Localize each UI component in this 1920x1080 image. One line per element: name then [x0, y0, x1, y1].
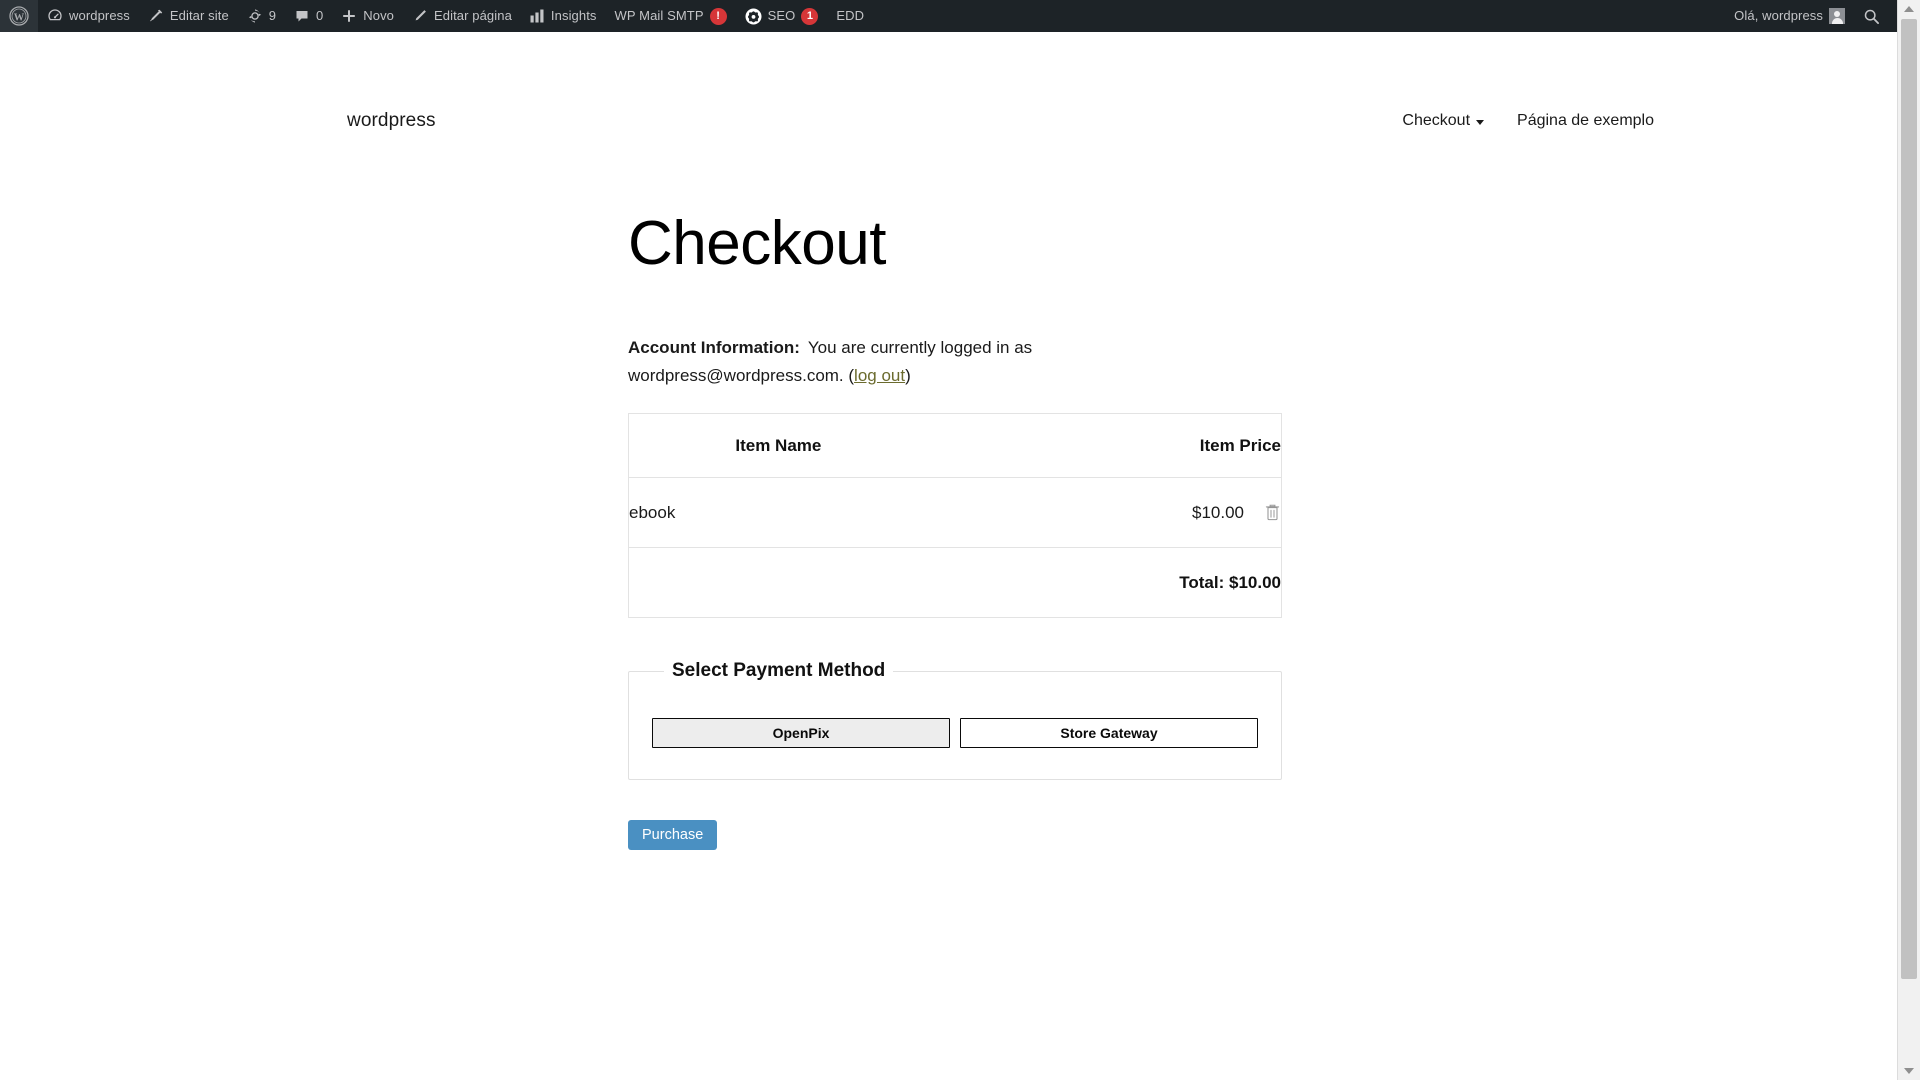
- account-information-text-after: ): [905, 366, 911, 385]
- greeting-label: Olá, wordpress: [1734, 0, 1823, 32]
- admin-bar-right-group: Olá, wordpress: [1725, 0, 1897, 32]
- edit-site-label: Editar site: [170, 0, 229, 32]
- gateway-option-openpix[interactable]: OpenPix: [652, 718, 950, 748]
- cart-total-label: Total: $10.00: [928, 548, 1282, 618]
- main-content: Checkout Account Information:You are cur…: [628, 210, 1282, 850]
- wp-mail-smtp-label: WP Mail SMTP: [615, 0, 704, 32]
- site-name-menu-item[interactable]: wordpress: [38, 0, 139, 32]
- comments-menu-item[interactable]: 0: [285, 0, 332, 32]
- cart-header-row: Item Name Item Price: [629, 414, 1282, 478]
- seo-menu-item[interactable]: SEO 1: [736, 0, 828, 32]
- updates-count: 9: [269, 0, 276, 32]
- item-price-value: $10.00: [1192, 503, 1244, 523]
- wp-admin-bar: W wordpress Editar site: [0, 0, 1897, 32]
- plus-icon: [341, 8, 357, 24]
- trash-icon[interactable]: [1264, 503, 1281, 522]
- dashboard-icon: [47, 8, 63, 24]
- wp-mail-smtp-alert-badge: !: [710, 8, 727, 25]
- account-information-label: Account Information:: [628, 338, 800, 357]
- scrollbar-thumb[interactable]: [1901, 19, 1917, 979]
- edit-page-menu-item[interactable]: Editar página: [403, 0, 521, 32]
- search-icon: [1863, 8, 1880, 25]
- updates-menu-item[interactable]: 9: [238, 0, 285, 32]
- new-content-menu-item[interactable]: Novo: [332, 0, 403, 32]
- caret-down-icon: [1904, 1068, 1914, 1074]
- updates-icon: [247, 8, 263, 24]
- cell-item-name: ebook: [629, 478, 928, 548]
- edit-page-label: Editar página: [434, 0, 512, 32]
- price-and-remove-wrapper: $10.00: [928, 503, 1281, 523]
- cell-item-price: $10.00: [928, 478, 1282, 548]
- my-account-menu-item[interactable]: Olá, wordpress: [1725, 0, 1854, 32]
- insights-menu-item[interactable]: Insights: [521, 0, 606, 32]
- wrench-icon: [148, 8, 164, 24]
- seo-label: SEO: [768, 0, 796, 32]
- comment-bubble-icon: [294, 8, 310, 24]
- primary-navigation: Checkout Página de exemplo: [1402, 112, 1654, 130]
- site-title[interactable]: wordpress: [347, 110, 436, 132]
- pencil-icon: [412, 8, 428, 24]
- edd-label: EDD: [836, 0, 864, 32]
- edd-menu-item[interactable]: EDD: [827, 0, 873, 32]
- wordpress-logo-icon: W: [9, 6, 29, 26]
- log-out-link[interactable]: log out: [854, 366, 905, 385]
- cell-total-spacer: [629, 548, 928, 618]
- column-header-item-price: Item Price: [928, 414, 1282, 478]
- nav-item-pagina-de-exemplo[interactable]: Página de exemplo: [1517, 112, 1654, 130]
- avatar: [1829, 8, 1845, 24]
- cart-total-row: Total: $10.00: [629, 548, 1282, 618]
- nav-item-pagina-de-exemplo-label: Página de exemplo: [1517, 112, 1654, 130]
- table-row: ebook $10.00: [629, 478, 1282, 548]
- bar-chart-icon: [530, 9, 545, 23]
- seo-notification-badge: 1: [801, 8, 818, 25]
- seo-gear-icon: [745, 8, 762, 25]
- chevron-down-icon[interactable]: [1476, 120, 1484, 125]
- edit-site-menu-item[interactable]: Editar site: [139, 0, 238, 32]
- wp-logo-menu-item[interactable]: W: [0, 0, 38, 32]
- gateway-option-store-gateway[interactable]: Store Gateway: [960, 718, 1258, 748]
- page-title: Checkout: [628, 210, 1282, 278]
- scrollbar-arrow-down[interactable]: [1898, 1062, 1920, 1080]
- new-content-label: Novo: [363, 0, 394, 32]
- scrollbar-arrow-up[interactable]: [1898, 0, 1920, 18]
- account-information: Account Information:You are currently lo…: [628, 334, 1188, 389]
- admin-search-button[interactable]: [1854, 0, 1889, 32]
- site-name-label: wordpress: [69, 0, 130, 32]
- payment-method-legend: Select Payment Method: [664, 660, 893, 682]
- caret-up-icon: [1904, 6, 1914, 12]
- cart-table: Item Name Item Price ebook $10.00: [628, 413, 1282, 618]
- payment-method-fieldset: Select Payment Method OpenPix Store Gate…: [628, 660, 1282, 780]
- insights-label: Insights: [551, 0, 597, 32]
- column-header-item-name: Item Name: [629, 414, 928, 478]
- purchase-button[interactable]: Purchase: [628, 820, 717, 850]
- gateway-options-row: OpenPix Store Gateway: [652, 718, 1258, 748]
- comments-count: 0: [316, 0, 323, 32]
- nav-item-checkout[interactable]: Checkout: [1402, 112, 1484, 130]
- browser-scrollbar[interactable]: [1897, 0, 1920, 1080]
- admin-bar-left-group: W wordpress Editar site: [0, 0, 873, 32]
- site-header: wordpress Checkout Página de exemplo: [0, 32, 1897, 124]
- cart-table-body: ebook $10.00: [629, 478, 1282, 618]
- cart-table-head: Item Name Item Price: [629, 414, 1282, 478]
- svg-text:W: W: [14, 13, 25, 24]
- wp-mail-smtp-menu-item[interactable]: WP Mail SMTP !: [606, 0, 736, 32]
- nav-item-checkout-label: Checkout: [1402, 112, 1470, 130]
